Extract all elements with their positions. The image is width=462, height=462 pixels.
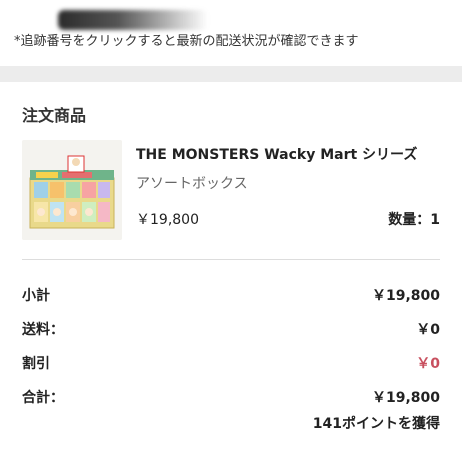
points-earned: 141ポイントを獲得 (312, 416, 440, 432)
shipping-label: 送料： (22, 322, 64, 338)
discount-value: ￥0 (416, 356, 440, 372)
top-notice-bar: *追跡番号をクリックすると最新の配送状況が確認できます (0, 0, 462, 66)
product-quantity: 数量：1 (388, 212, 440, 228)
notice-text: *追跡番号をクリックすると最新の配送状況が確認できます (14, 34, 359, 49)
shipping-value: ￥0 (416, 322, 440, 338)
section-gap (0, 66, 462, 82)
product-box-image (22, 140, 122, 240)
section-title: 注文商品 (22, 106, 87, 125)
total-value: ￥19,800 (371, 390, 440, 406)
order-card: 注文商品 THE MONSTERS Wacky Mart シリーズ アソートボッ… (0, 82, 462, 462)
product-variant: アソートボックス (136, 176, 248, 192)
total-label: 合計： (22, 390, 64, 406)
redacted-text (58, 10, 208, 30)
discount-label: 割引 (22, 356, 50, 372)
divider (22, 259, 440, 260)
product-name[interactable]: THE MONSTERS Wacky Mart シリーズ (136, 144, 417, 164)
subtotal-label: 小計 (22, 288, 50, 304)
product-price: ￥19,800 (136, 212, 199, 228)
subtotal-value: ￥19,800 (371, 288, 440, 304)
product-thumbnail[interactable] (22, 140, 122, 240)
